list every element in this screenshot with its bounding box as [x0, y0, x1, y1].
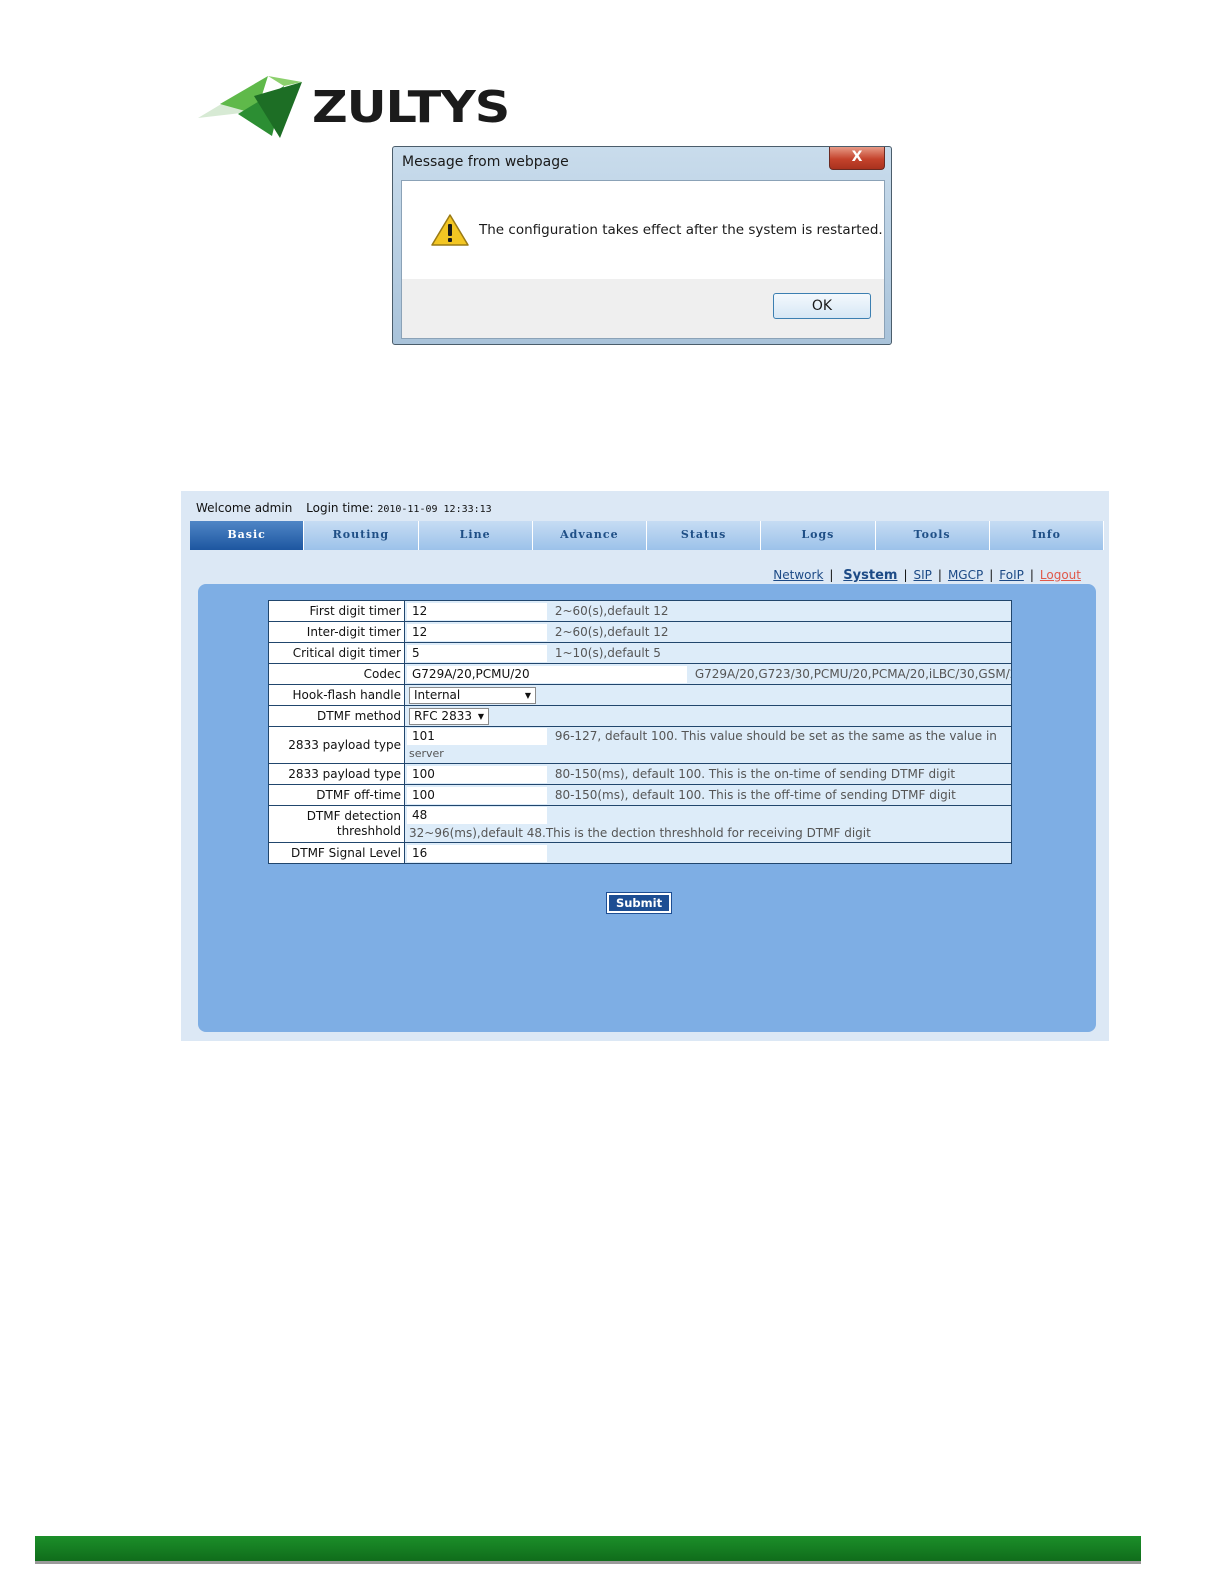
- dtmf-detection-label: DTMF detection threshhold: [268, 805, 405, 843]
- dtmf-method-select[interactable]: RFC 2833 ▼: [409, 708, 489, 725]
- table-row: Codec G729A/20,G723/30,PCMU/20,PCMA/20,i…: [268, 663, 1012, 685]
- first-digit-timer-label: First digit timer: [268, 600, 405, 622]
- system-settings-panel: First digit timer 2~60(s),default 12 Int…: [198, 584, 1096, 1032]
- subnav-sip-link[interactable]: SIP: [913, 568, 931, 582]
- table-row: DTMF detection threshhold 32~96(ms),defa…: [268, 805, 1012, 843]
- chevron-down-icon: ▼: [477, 712, 484, 721]
- dtmf-off-time-hint: 80-150(ms), default 100. This is the off…: [554, 788, 956, 802]
- login-time-label: Login time:: [306, 501, 374, 515]
- welcome-bar: Welcome admin Login time: 2010-11-09 12:…: [196, 501, 492, 515]
- dtmf-signal-level-input[interactable]: [407, 845, 547, 862]
- table-row: DTMF off-time 80-150(ms), default 100. T…: [268, 784, 1012, 806]
- codec-hint: G729A/20,G723/30,PCMU/20,PCMA/20,iLBC/30…: [694, 667, 1012, 681]
- payload-type-label: 2833 payload type: [268, 726, 405, 764]
- zultys-logo: ZULTYS: [198, 74, 518, 144]
- subnav-mgcp-link[interactable]: MGCP: [948, 568, 983, 582]
- subnav-system-link[interactable]: System: [843, 568, 897, 583]
- warning-icon: [431, 214, 469, 246]
- tab-logs[interactable]: Logs: [761, 521, 876, 550]
- payload-type2-label: 2833 payload type: [268, 763, 405, 785]
- dtmf-signal-level-label: DTMF Signal Level: [268, 842, 405, 864]
- hook-flash-selected: Internal: [414, 688, 461, 702]
- message-dialog: Message from webpage X The configuration…: [392, 146, 892, 345]
- logout-link[interactable]: Logout: [1040, 568, 1081, 582]
- hook-flash-select[interactable]: Internal ▼: [409, 687, 536, 704]
- table-row: DTMF method RFC 2833 ▼: [268, 705, 1012, 727]
- welcome-text: Welcome admin: [196, 501, 293, 515]
- table-row: DTMF Signal Level: [268, 842, 1012, 864]
- sub-navigation: Network | System | SIP | MGCP | FoIP | Logout: [773, 568, 1081, 583]
- tab-line[interactable]: Line: [418, 521, 533, 550]
- codec-label: Codec: [268, 663, 405, 685]
- dtmf-off-time-label: DTMF off-time: [268, 784, 405, 806]
- table-row: Hook-flash handle Internal ▼: [268, 684, 1012, 706]
- inter-digit-timer-label: Inter-digit timer: [268, 621, 405, 643]
- table-row: 2833 payload type 96-127, default 100. T…: [268, 726, 1012, 764]
- dialog-message: The configuration takes effect after the…: [479, 222, 883, 238]
- tab-basic[interactable]: Basic: [190, 521, 305, 550]
- tab-routing[interactable]: Routing: [304, 521, 419, 550]
- payload-type-hint-cont: server: [409, 747, 444, 760]
- table-row: First digit timer 2~60(s),default 12: [268, 600, 1012, 622]
- footer-bar: [35, 1536, 1141, 1564]
- tab-tools[interactable]: Tools: [875, 521, 990, 550]
- login-time-value: 2010-11-09 12:33:13: [377, 504, 492, 515]
- subnav-foip-link[interactable]: FoIP: [999, 568, 1024, 582]
- first-digit-timer-input[interactable]: [407, 603, 547, 620]
- dtmf-on-time-input[interactable]: [407, 766, 547, 783]
- table-row: 2833 payload type 80-150(ms), default 10…: [268, 763, 1012, 785]
- critical-digit-timer-input[interactable]: [407, 645, 547, 662]
- tab-advance[interactable]: Advance: [532, 521, 647, 550]
- logo-text: ZULTYS: [312, 82, 510, 133]
- system-settings-table: First digit timer 2~60(s),default 12 Int…: [268, 600, 1012, 864]
- dialog-title: Message from webpage: [402, 154, 569, 170]
- table-row: Critical digit timer 1~10(s),default 5: [268, 642, 1012, 664]
- critical-digit-timer-label: Critical digit timer: [268, 642, 405, 664]
- logo-mark-icon: [198, 76, 302, 138]
- main-tabs: Basic Routing Line Advance Status Logs T…: [190, 521, 1104, 550]
- dialog-close-button[interactable]: X: [829, 147, 885, 170]
- web-admin-panel: Welcome admin Login time: 2010-11-09 12:…: [181, 491, 1109, 1041]
- critical-digit-timer-hint: 1~10(s),default 5: [554, 646, 661, 660]
- subnav-network-link[interactable]: Network: [773, 568, 823, 582]
- dialog-message-area: The configuration takes effect after the…: [402, 181, 884, 279]
- table-row: Inter-digit timer 2~60(s),default 12: [268, 621, 1012, 643]
- inter-digit-timer-hint: 2~60(s),default 12: [554, 625, 669, 639]
- payload-type-input[interactable]: [407, 728, 547, 745]
- dtmf-on-time-hint: 80-150(ms), default 100. This is the on-…: [554, 767, 956, 781]
- dtmf-off-time-input[interactable]: [407, 787, 547, 804]
- chevron-down-icon: ▼: [524, 691, 531, 700]
- dialog-body: The configuration takes effect after the…: [401, 180, 885, 339]
- submit-button[interactable]: Submit: [606, 892, 672, 914]
- tab-info[interactable]: Info: [989, 521, 1104, 550]
- dtmf-detection-hint: 32~96(ms),default 48.This is the dection…: [409, 826, 871, 840]
- dialog-footer: OK: [402, 279, 884, 338]
- dtmf-detection-input[interactable]: [407, 807, 547, 824]
- payload-type-hint: 96-127, default 100. This value should b…: [554, 729, 997, 743]
- tab-status[interactable]: Status: [647, 521, 762, 550]
- inter-digit-timer-input[interactable]: [407, 624, 547, 641]
- dtmf-method-label: DTMF method: [268, 705, 405, 727]
- first-digit-timer-hint: 2~60(s),default 12: [554, 604, 669, 618]
- dtmf-method-selected: RFC 2833: [414, 709, 472, 723]
- ok-button[interactable]: OK: [773, 293, 871, 319]
- codec-input[interactable]: [407, 666, 687, 683]
- hook-flash-label: Hook-flash handle: [268, 684, 405, 706]
